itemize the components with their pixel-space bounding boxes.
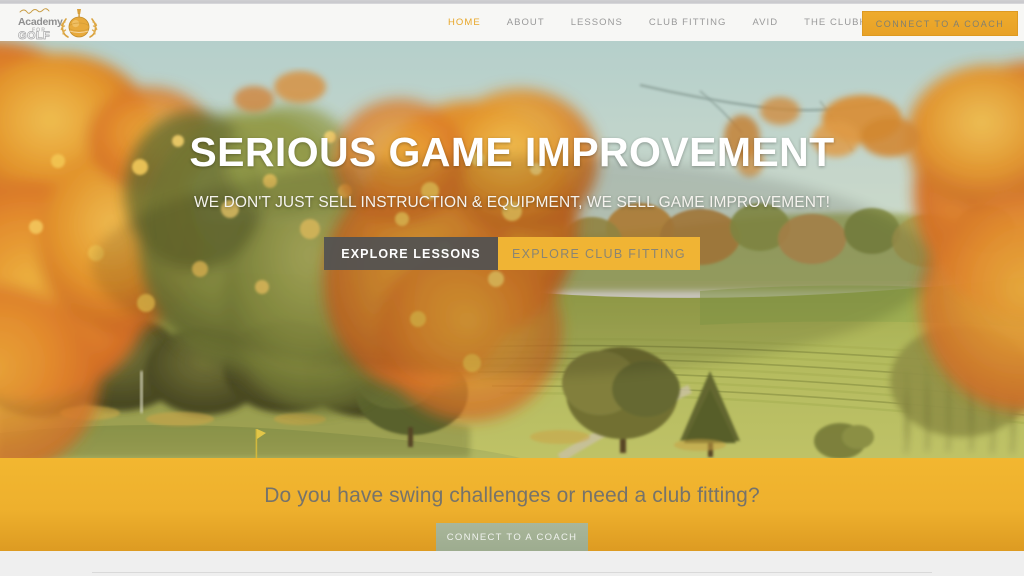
hero-title: SERIOUS GAME IMPROVEMENT	[189, 129, 835, 175]
explore-club-fitting-button[interactable]: EXPLORE CLUB FITTING	[498, 237, 700, 270]
cta-band-connect-button[interactable]: CONNECT TO A COACH	[436, 523, 588, 551]
cta-band-button-label: CONNECT TO A COACH	[446, 531, 578, 543]
nav-item-avid[interactable]: AVID	[752, 17, 778, 28]
hero-button-group: EXPLORE LESSONS EXPLORE CLUB FITTING	[324, 237, 700, 270]
main-navigation: HOME ABOUT LESSONS CLUB FITTING AVID THE…	[448, 4, 899, 41]
hero-section: SERIOUS GAME IMPROVEMENT WE DON'T JUST S…	[0, 41, 1024, 458]
nav-item-home[interactable]: HOME	[448, 17, 481, 28]
svg-text:GOLF: GOLF	[18, 30, 50, 41]
explore-lessons-label: EXPLORE LESSONS	[341, 246, 481, 261]
svg-text:Academy: Academy	[18, 16, 63, 28]
explore-lessons-button[interactable]: EXPLORE LESSONS	[324, 237, 498, 270]
site-header: Academy FOR GOLF HOME ABOUT LESSONS CLUB…	[0, 4, 1024, 41]
cta-band: Do you have swing challenges or need a c…	[0, 458, 1024, 551]
site-logo[interactable]: Academy FOR GOLF	[8, 5, 108, 41]
header-connect-to-coach-button[interactable]: CONNECT TO A COACH	[862, 11, 1018, 36]
header-cta-label: CONNECT TO A COACH	[875, 18, 1005, 29]
footer-divider	[92, 572, 932, 573]
explore-club-fitting-label: EXPLORE CLUB FITTING	[512, 246, 686, 261]
nav-item-about[interactable]: ABOUT	[507, 17, 545, 28]
cta-band-question: Do you have swing challenges or need a c…	[264, 484, 760, 507]
nav-item-lessons[interactable]: LESSONS	[571, 17, 623, 28]
page-root: Academy FOR GOLF HOME ABOUT LESSONS CLUB…	[0, 0, 1024, 576]
nav-item-club-fitting[interactable]: CLUB FITTING	[649, 17, 727, 28]
hero-content: SERIOUS GAME IMPROVEMENT WE DON'T JUST S…	[0, 41, 1024, 458]
logo-graphic: Academy FOR GOLF	[18, 8, 98, 41]
hero-subtitle: WE DON'T JUST SELL INSTRUCTION & EQUIPME…	[194, 194, 830, 211]
